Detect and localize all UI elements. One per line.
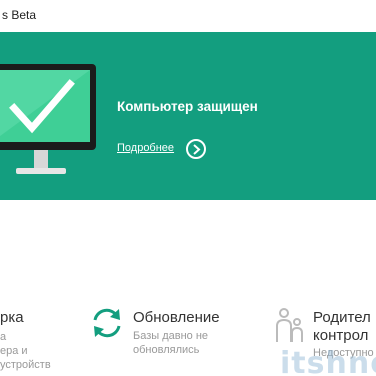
tile-update-subtitle: Базы давно не bbox=[133, 330, 209, 342]
family-icon bbox=[276, 308, 303, 342]
tile-update-subtitle: обновлялись bbox=[133, 344, 200, 356]
tile-scan-subtitle: а bbox=[0, 331, 7, 343]
protection-status-panel: Компьютер защищен bbox=[0, 32, 376, 200]
refresh-icon bbox=[93, 308, 121, 338]
monitor-checkmark-icon bbox=[0, 64, 96, 174]
details-link[interactable]: Подробнее bbox=[117, 142, 174, 154]
watermark: itshne bbox=[280, 346, 376, 376]
tile-update-title: Обновление bbox=[133, 309, 220, 326]
tile-parental-title: Родител bbox=[313, 309, 371, 326]
window-title: s Beta bbox=[2, 8, 37, 22]
tile-scan-subtitle: ера и bbox=[0, 345, 28, 357]
status-title: Компьютер защищен bbox=[117, 99, 258, 114]
tile-scan-subtitle: устройств bbox=[0, 359, 51, 371]
tile-parental-title: контрол bbox=[313, 327, 369, 344]
title-bar: s Beta bbox=[0, 0, 376, 32]
chevron-right-icon[interactable] bbox=[186, 139, 206, 159]
tile-scan-title: рка bbox=[0, 309, 24, 326]
